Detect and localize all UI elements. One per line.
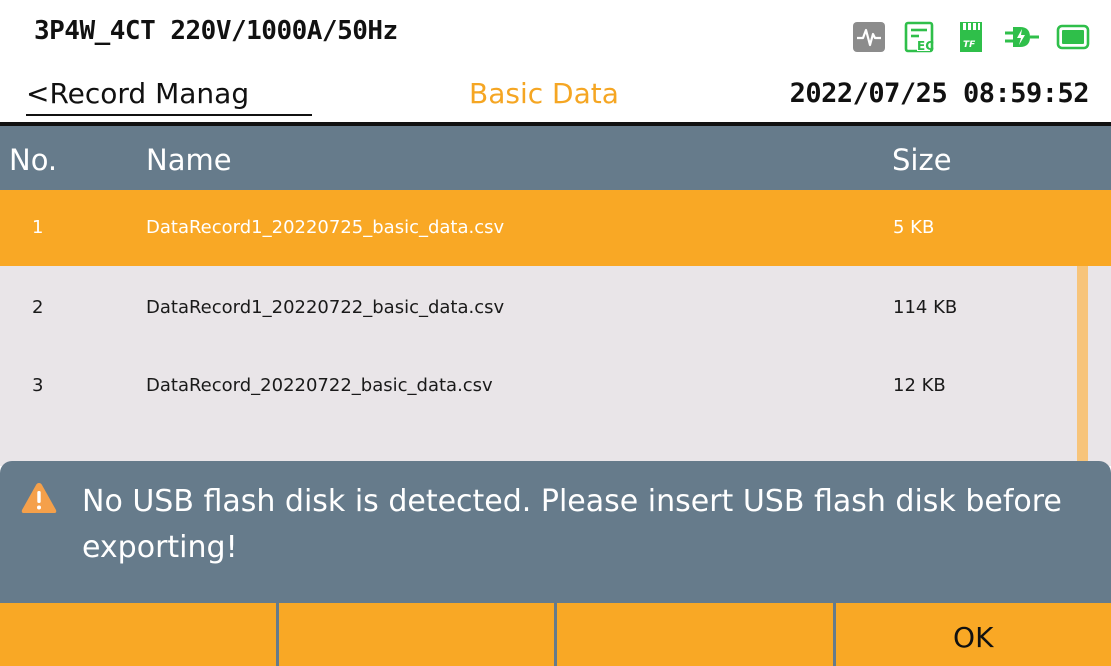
table-row[interactable]: 2 DataRecord1_20220722_basic_data.csv 11… [0, 270, 1111, 346]
file-name: DataRecord1_20220722_basic_data.csv [146, 297, 505, 318]
page-header: <Record Manag Basic Data 2022/07/25 08:5… [0, 72, 1111, 124]
page-title: Basic Data [469, 77, 619, 110]
back-link[interactable]: <Record Manag [26, 74, 312, 116]
softkey-1[interactable] [0, 603, 279, 666]
softkey-2[interactable] [279, 603, 557, 666]
column-header-size: Size [892, 143, 952, 177]
tf-card-icon: TF [953, 20, 989, 54]
status-bar: 3P4W_4CT 220V/1000A/50Hz CEC TF [0, 0, 1111, 72]
softkey-3[interactable] [557, 603, 836, 666]
file-table: No. Name Size 1 DataRecord1_20220725_bas… [0, 126, 1111, 466]
datetime: 2022/07/25 08:59:52 [789, 78, 1090, 109]
file-size: 12 KB [893, 375, 946, 396]
row-number: 3 [32, 375, 44, 396]
svg-text:EC: EC [917, 39, 934, 53]
table-header: No. Name Size [0, 126, 1111, 190]
file-size: 5 KB [893, 217, 935, 238]
row-number: 1 [32, 217, 44, 238]
column-header-no: No. [9, 143, 58, 177]
table-row[interactable]: 3 DataRecord_20220722_basic_data.csv 12 … [0, 348, 1111, 424]
scrollbar[interactable] [1077, 266, 1088, 466]
file-name: DataRecord1_20220725_basic_data.csv [146, 217, 505, 238]
waveform-icon [851, 20, 887, 54]
status-icons: CEC TF [851, 20, 1091, 54]
file-size: 114 KB [893, 297, 958, 318]
svg-text:TF: TF [963, 40, 976, 50]
row-number: 2 [32, 297, 44, 318]
power-plug-icon [1004, 20, 1040, 54]
file-name: DataRecord_20220722_basic_data.csv [146, 375, 493, 396]
table-row-selected[interactable]: 1 DataRecord1_20220725_basic_data.csv 5 … [0, 190, 1111, 266]
record-icon: CEC [902, 20, 938, 54]
ok-button[interactable]: OK [836, 603, 1111, 666]
warning-icon [20, 481, 58, 515]
usb-warning-dialog: No USB flash disk is detected. Please in… [0, 461, 1111, 603]
column-header-name: Name [146, 143, 232, 177]
battery-icon [1055, 20, 1091, 54]
warning-message: No USB flash disk is detected. Please in… [82, 484, 1062, 565]
softkey-bar: OK [0, 603, 1111, 666]
wiring-config-label: 3P4W_4CT 220V/1000A/50Hz [34, 16, 398, 46]
